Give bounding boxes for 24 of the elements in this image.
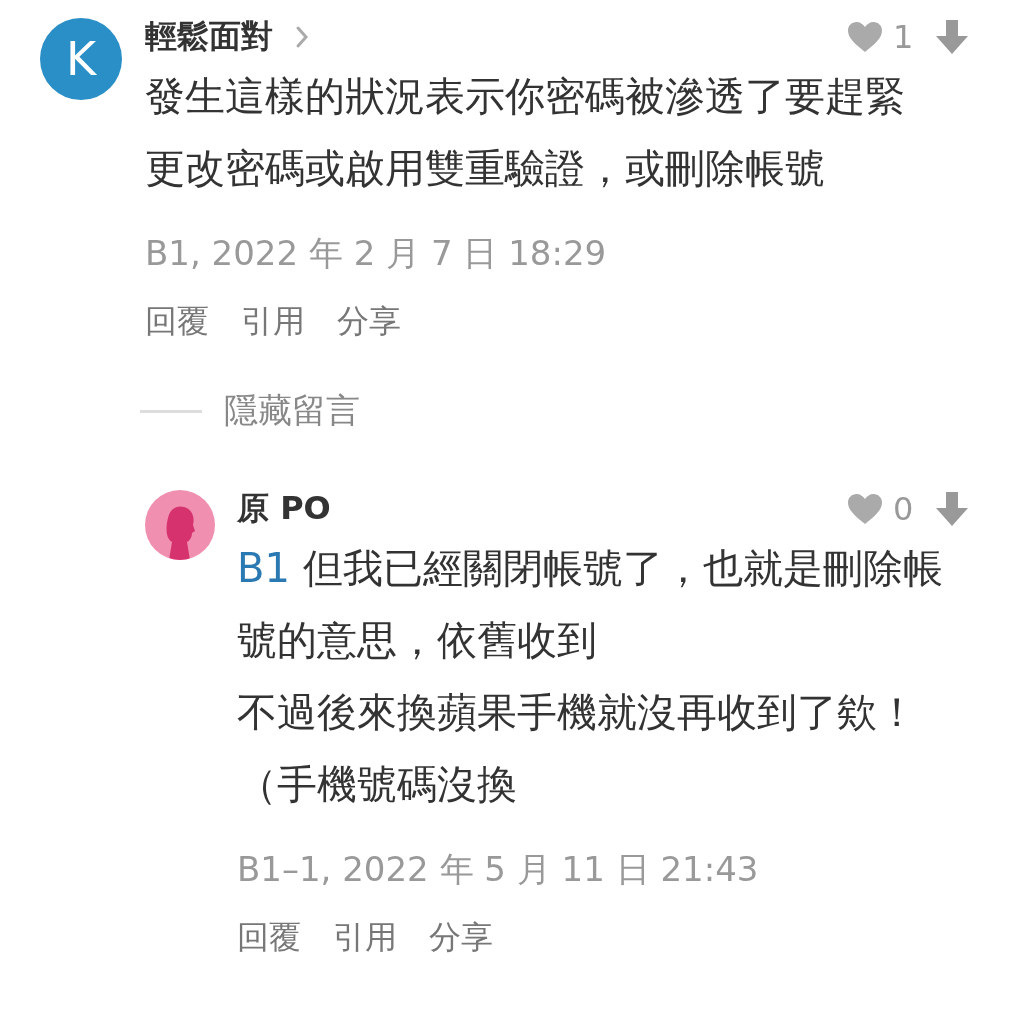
like-count: 1 <box>893 18 915 56</box>
chevron-icon[interactable] <box>295 25 309 49</box>
hide-comments-toggle[interactable]: 隱藏留言 <box>140 388 360 434</box>
action-link[interactable]: 分享 <box>337 298 401 344</box>
heart-icon[interactable] <box>847 21 883 53</box>
action-link[interactable]: 回覆 <box>237 914 301 960</box>
author-name[interactable]: 原 PO <box>237 487 331 531</box>
down-arrow-icon[interactable] <box>935 491 969 527</box>
timestamp: B1–1, 2022 年 5 月 11 日 21:43 <box>237 848 760 891</box>
floor-link[interactable]: B1 <box>237 545 290 591</box>
action-link[interactable]: 分享 <box>429 914 493 960</box>
avatar: K <box>40 18 122 100</box>
comment-text: 發生這樣的狀況表示你密碼被滲透了要趕緊更改密碼或啟用雙重驗證，或刪除帳號 <box>145 72 906 193</box>
like-count: 0 <box>893 490 915 528</box>
action-link[interactable]: 回覆 <box>145 298 209 344</box>
heart-icon[interactable] <box>847 493 883 525</box>
action-link[interactable]: 引用 <box>333 914 397 960</box>
comment-text: B1 但我已經關閉帳號了，也就是刪除帳號的意思，依舊收到 <box>237 544 944 665</box>
down-arrow-icon[interactable] <box>935 19 969 55</box>
comment-text: 不過後來換蘋果手機就沒再收到了欸！ <box>237 688 918 737</box>
comment-text: （手機號碼沒換 <box>237 760 518 809</box>
action-link[interactable]: 引用 <box>241 298 305 344</box>
timestamp: B1, 2022 年 2 月 7 日 18:29 <box>145 232 608 275</box>
author-name[interactable]: 輕鬆面對 <box>145 15 273 59</box>
